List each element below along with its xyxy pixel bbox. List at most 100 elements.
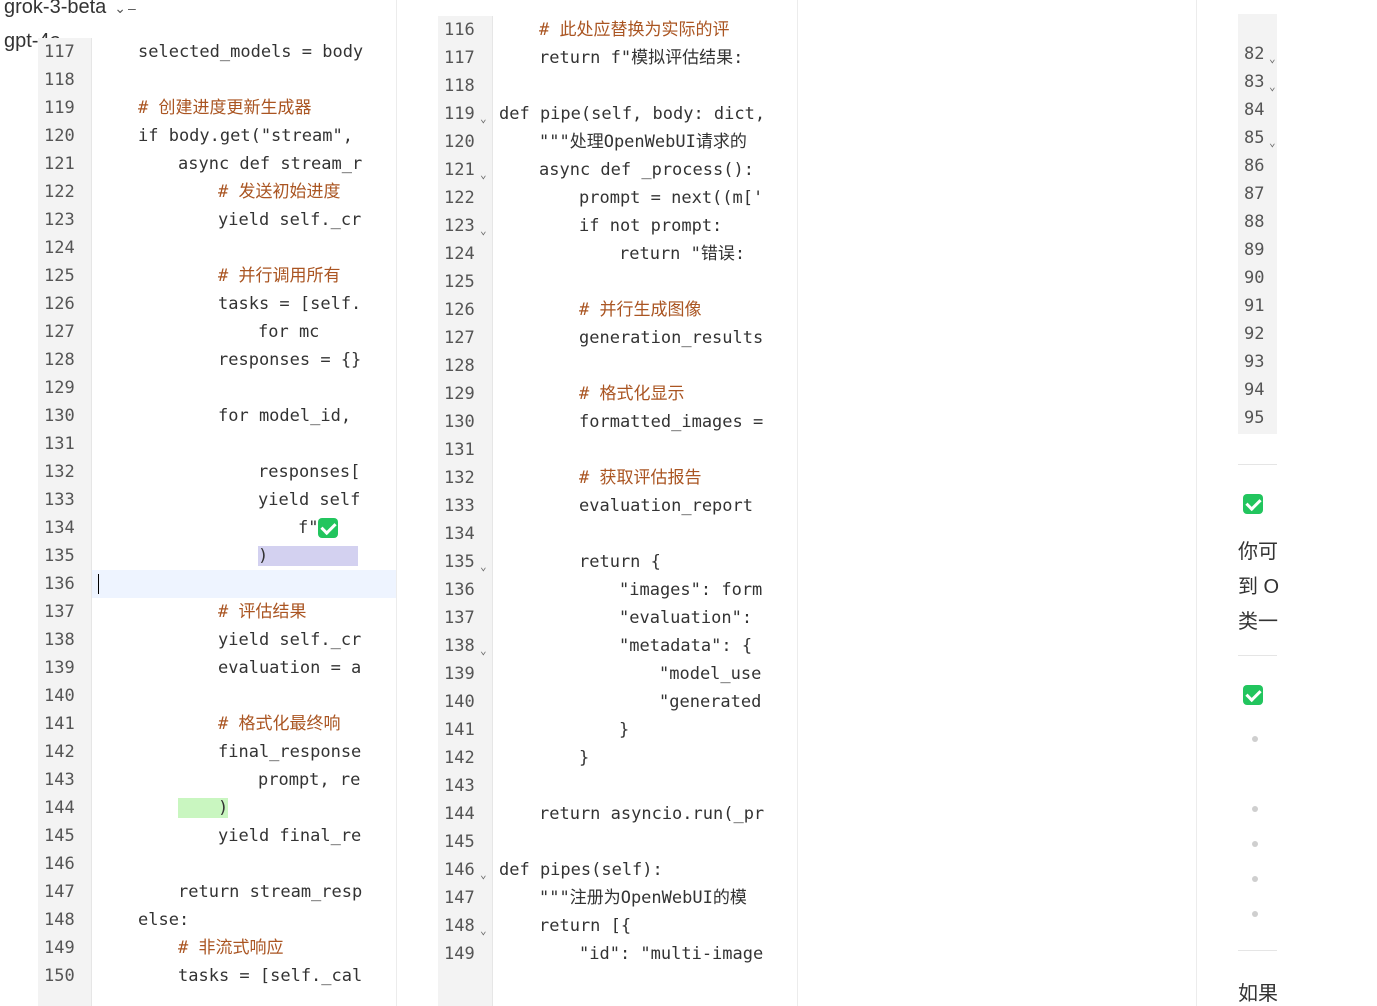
code-line[interactable] bbox=[92, 682, 396, 710]
code-token: if body.get("stream", bbox=[138, 126, 353, 146]
code-line[interactable]: return "错误: bbox=[493, 240, 796, 268]
code-line[interactable] bbox=[92, 570, 396, 598]
line-number: 93 bbox=[1244, 352, 1265, 372]
code-line[interactable]: evaluation = a bbox=[92, 654, 396, 682]
code-line[interactable]: tasks = [self. bbox=[92, 290, 396, 318]
code-line[interactable]: "id": "multi-image bbox=[493, 940, 796, 968]
code-line[interactable]: # 格式化最终响 bbox=[92, 710, 396, 738]
code-line[interactable]: # 获取评估报告 bbox=[493, 464, 796, 492]
code-line[interactable] bbox=[92, 66, 396, 94]
code-line[interactable]: "metadata": { bbox=[493, 632, 796, 660]
code-line[interactable]: "evaluation": bbox=[493, 604, 796, 632]
code-line[interactable]: return asyncio.run(_pr bbox=[493, 800, 796, 828]
code-line[interactable]: else: bbox=[92, 906, 396, 934]
code-line[interactable]: formatted_images = bbox=[493, 408, 796, 436]
code-line[interactable]: ) bbox=[92, 794, 396, 822]
code-line[interactable]: # 并行调用所有 bbox=[92, 262, 396, 290]
code-token: prompt = next((m[' bbox=[579, 188, 764, 208]
code-text: # 获取评估报告 bbox=[493, 468, 701, 488]
line-number: 125 bbox=[44, 266, 75, 286]
fold-chevron-icon[interactable]: ⌄ bbox=[480, 112, 487, 125]
code-line[interactable]: def pipe(self, body: dict, bbox=[493, 100, 796, 128]
code-line[interactable]: yield self._cr bbox=[92, 206, 396, 234]
code-line[interactable] bbox=[493, 520, 796, 548]
code-line[interactable]: prompt = next((m[' bbox=[493, 184, 796, 212]
code-token: # 非流式响应 bbox=[178, 938, 284, 958]
code-line[interactable] bbox=[493, 268, 796, 296]
fold-chevron-icon[interactable]: ⌄ bbox=[480, 644, 487, 657]
code-line[interactable]: final_response bbox=[92, 738, 396, 766]
code-text: final_response bbox=[92, 742, 361, 762]
code-line[interactable]: # 格式化显示 bbox=[493, 380, 796, 408]
code-text: "evaluation": bbox=[493, 608, 752, 628]
code-line[interactable]: } bbox=[493, 716, 796, 744]
fold-chevron-icon[interactable]: ⌄ bbox=[480, 868, 487, 881]
fold-chevron-icon[interactable]: ⌄ bbox=[480, 924, 487, 937]
code-line[interactable]: return { bbox=[493, 548, 796, 576]
code-line[interactable]: # 创建进度更新生成器 bbox=[92, 94, 396, 122]
code-line[interactable]: selected_models = body bbox=[92, 38, 396, 66]
code-line[interactable]: responses[ bbox=[92, 458, 396, 486]
code-line[interactable]: # 此处应替换为实际的评 bbox=[493, 16, 796, 44]
code-text: # 此处应替换为实际的评 bbox=[493, 20, 729, 40]
code-line[interactable]: tasks = [self._cal bbox=[92, 962, 396, 990]
code-line[interactable]: yield self bbox=[92, 486, 396, 514]
code-line[interactable]: if body.get("stream", bbox=[92, 122, 396, 150]
code-line[interactable] bbox=[92, 850, 396, 878]
code-line[interactable]: for mc bbox=[92, 318, 396, 346]
chevron-down-icon[interactable]: ⌄ bbox=[114, 0, 126, 16]
code-line[interactable]: # 评估结果 bbox=[92, 598, 396, 626]
code-editor-pane-2[interactable]: 116 117 118 119 ⌄ 120 121 ⌄ 122 123 ⌄ 124 125 126 127 1… bbox=[438, 16, 796, 1006]
code-editor-pane-1[interactable]: 117 118 119 120 121 122 123 124 125 126 127 128 129 1… bbox=[38, 38, 396, 1006]
code-line[interactable]: for model_id, bbox=[92, 402, 396, 430]
code-line[interactable]: async def stream_r bbox=[92, 150, 396, 178]
code-line[interactable] bbox=[92, 430, 396, 458]
code-line[interactable]: prompt, re bbox=[92, 766, 396, 794]
code-line[interactable]: "images": form bbox=[493, 576, 796, 604]
code-text: # 创建进度更新生成器 bbox=[92, 98, 311, 118]
line-number: 140 bbox=[444, 692, 475, 712]
code-line[interactable]: generation_results bbox=[493, 324, 796, 352]
code-line[interactable] bbox=[493, 72, 796, 100]
code-line[interactable] bbox=[92, 374, 396, 402]
code-line[interactable]: """注册为OpenWebUI的模 bbox=[493, 884, 796, 912]
code-line[interactable]: return [{ bbox=[493, 912, 796, 940]
code-line[interactable] bbox=[493, 772, 796, 800]
remove-model-icon[interactable]: – bbox=[128, 0, 136, 16]
code-line[interactable]: "generated bbox=[493, 688, 796, 716]
fold-chevron-icon[interactable]: ⌄ bbox=[1269, 52, 1276, 65]
code-line[interactable] bbox=[493, 436, 796, 464]
code-line[interactable]: if not prompt: bbox=[493, 212, 796, 240]
code-line[interactable]: f" bbox=[92, 514, 396, 542]
fold-chevron-icon[interactable]: ⌄ bbox=[1269, 136, 1276, 149]
code-line[interactable]: "model_use bbox=[493, 660, 796, 688]
code-line[interactable]: return stream_resp bbox=[92, 878, 396, 906]
line-number: 150 bbox=[44, 966, 75, 986]
code-line[interactable]: yield self._cr bbox=[92, 626, 396, 654]
code-line[interactable] bbox=[493, 352, 796, 380]
code-line[interactable]: evaluation_report bbox=[493, 492, 796, 520]
fold-chevron-icon[interactable]: ⌄ bbox=[480, 560, 487, 573]
code-line[interactable]: return f"模拟评估结果: bbox=[493, 44, 796, 72]
code-line[interactable] bbox=[493, 828, 796, 856]
code-text: yield self._cr bbox=[92, 210, 361, 230]
code-line[interactable]: # 发送初始进度 bbox=[92, 178, 396, 206]
code-line[interactable]: # 非流式响应 bbox=[92, 934, 396, 962]
code-line[interactable]: ) bbox=[92, 542, 396, 570]
code-line[interactable]: def pipes(self): bbox=[493, 856, 796, 884]
model-selector-grok[interactable]: grok-3-beta ⌄ – bbox=[4, 0, 136, 19]
code-line[interactable]: yield final_re bbox=[92, 822, 396, 850]
fold-chevron-icon[interactable]: ⌄ bbox=[480, 168, 487, 181]
code-line[interactable]: responses = {} bbox=[92, 346, 396, 374]
code-token: yield final_re bbox=[218, 826, 362, 846]
fold-chevron-icon[interactable]: ⌄ bbox=[1269, 80, 1276, 93]
code-line[interactable]: async def _process(): bbox=[493, 156, 796, 184]
code-text: async def _process(): bbox=[493, 160, 754, 180]
fold-chevron-icon[interactable]: ⌄ bbox=[480, 224, 487, 237]
code-line[interactable]: """处理OpenWebUI请求的 bbox=[493, 128, 796, 156]
code-line[interactable]: } bbox=[493, 744, 796, 772]
code-line[interactable] bbox=[92, 234, 396, 262]
code-line[interactable]: # 并行生成图像 bbox=[493, 296, 796, 324]
